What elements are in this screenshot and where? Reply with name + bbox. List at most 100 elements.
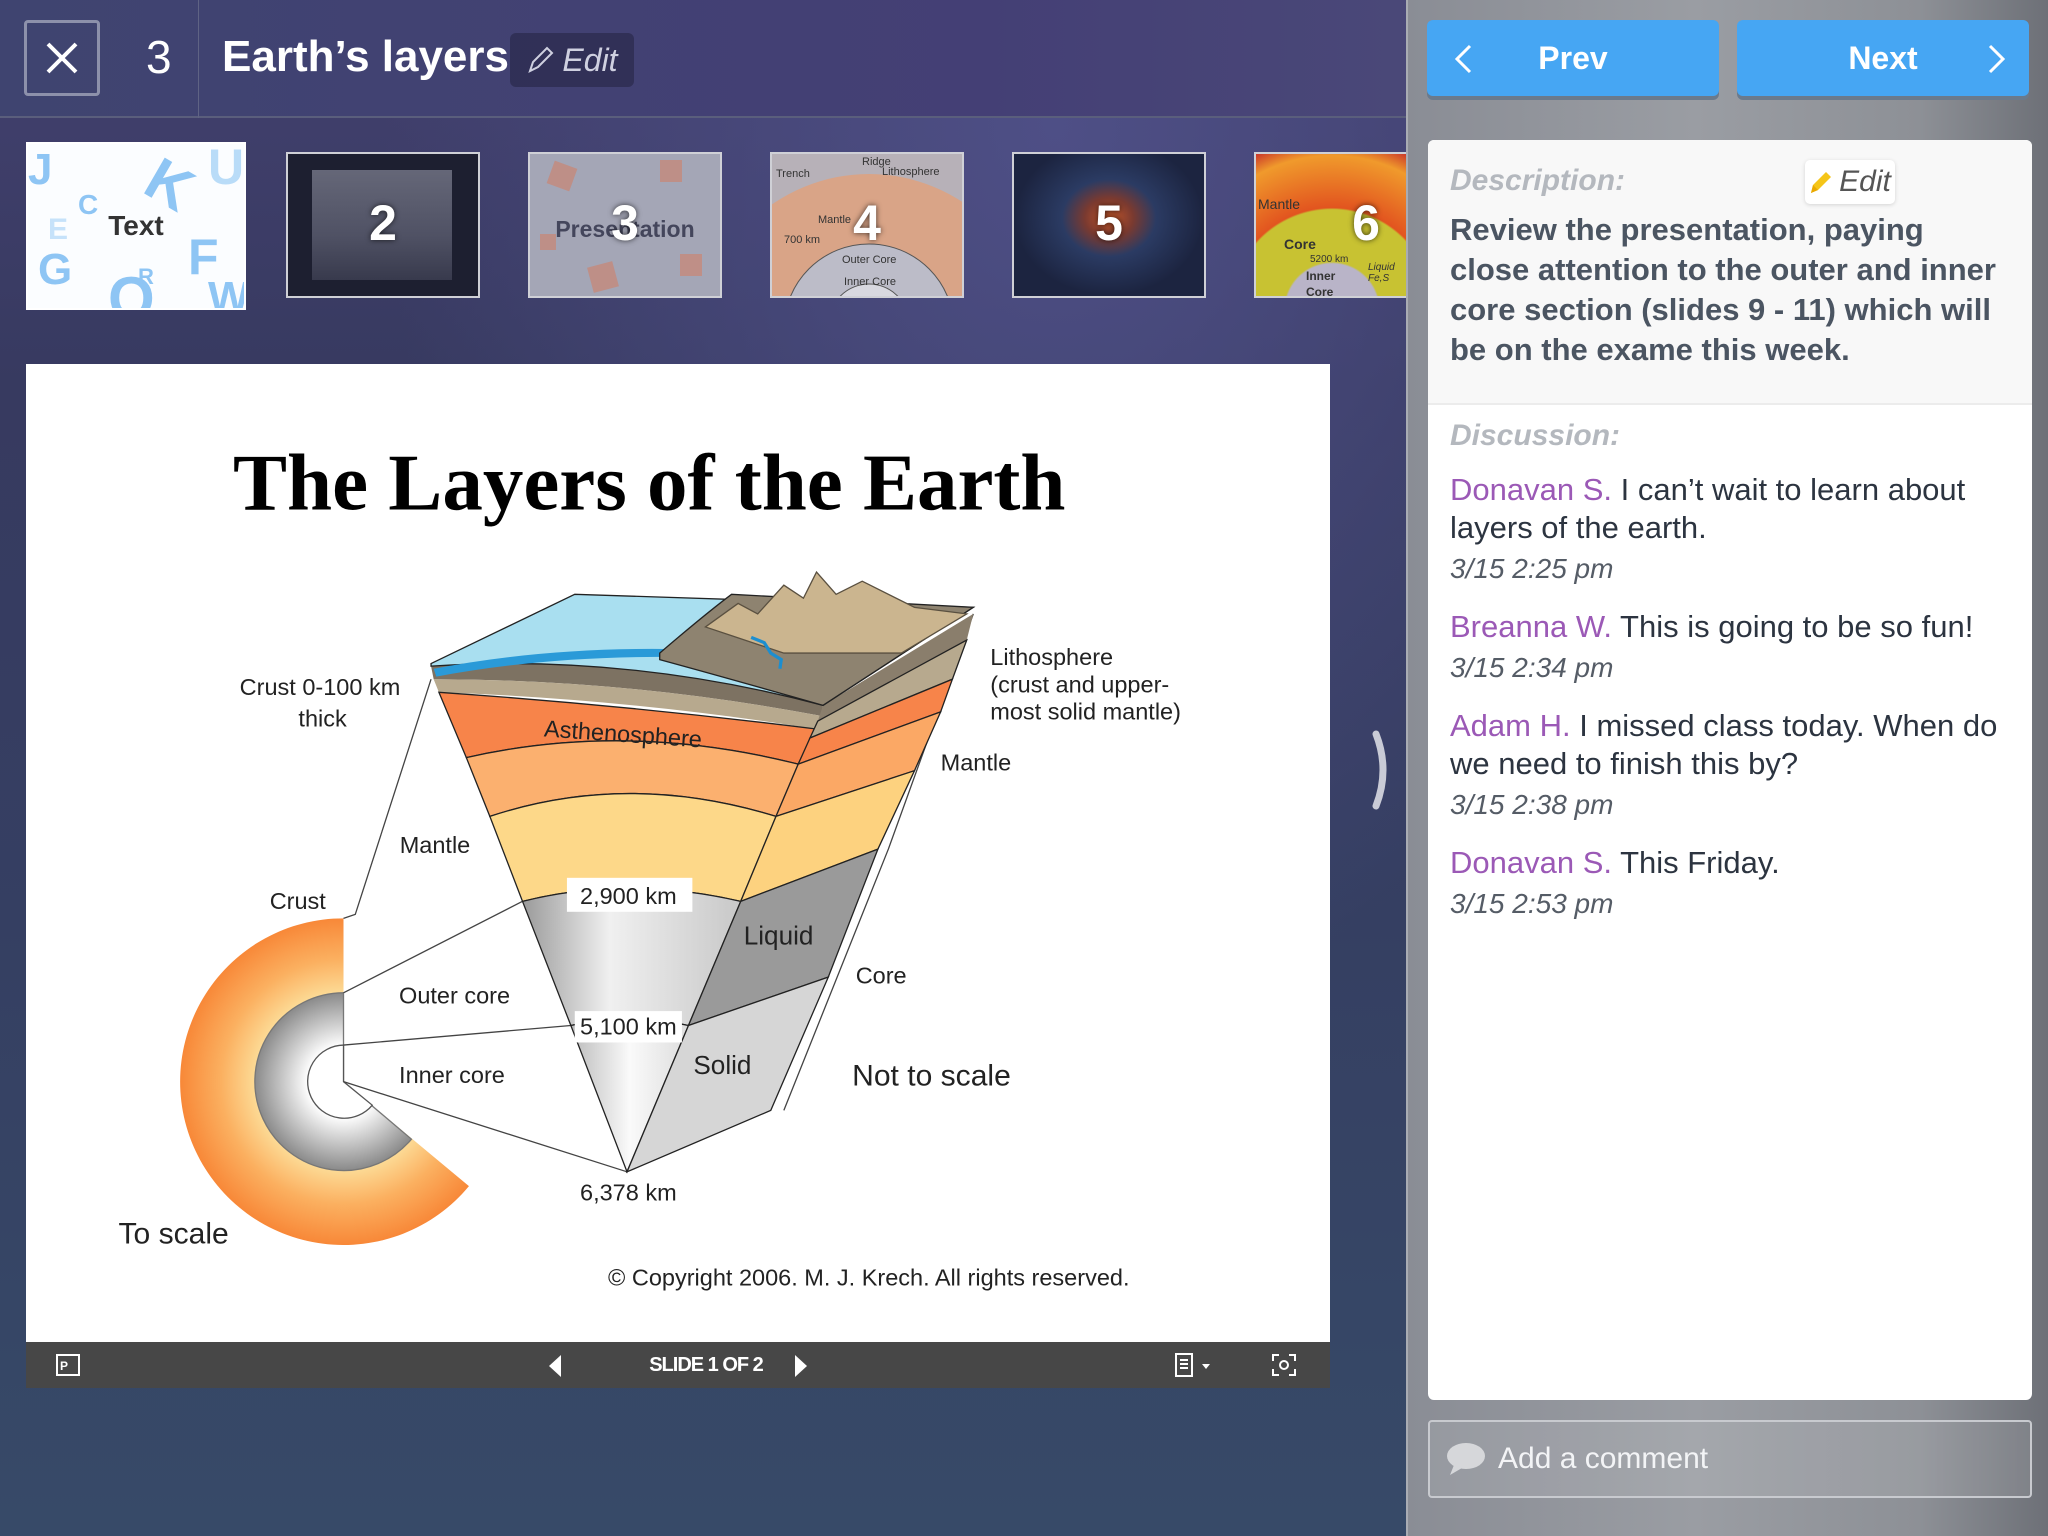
label-not-to-scale: Not to scale — [852, 1060, 1011, 1093]
discussion-label: Discussion: — [1450, 419, 1621, 452]
thumbnail-text[interactable]: JK UC GF OW ER Text — [26, 142, 246, 310]
thumbnail-label: 5 — [1095, 195, 1123, 251]
label-crust: Crust — [270, 888, 327, 914]
description-text: Review the presentation, paying close at… — [1450, 212, 1996, 367]
comment-time: 3/15 2:38 pm — [1450, 789, 1614, 820]
svg-text:W: W — [208, 273, 246, 310]
panel-resize-handle[interactable] — [1370, 730, 1394, 810]
viewer-area: 3 Earth’s layers Edit JK UC GF OW ER Tex… — [0, 0, 1406, 1536]
thumbnail-4[interactable]: Trench Ridge Lithosphere Mantle 700 km O… — [770, 152, 964, 298]
item-number: 3 — [146, 31, 172, 83]
label-thick: thick — [298, 705, 347, 731]
thumbnail-image-text: Inner Core — [1306, 269, 1336, 298]
thumbnail-label: 4 — [853, 195, 881, 251]
thumbnail-label: 6 — [1352, 195, 1380, 251]
slide-title: The Layers of the Earth — [233, 437, 1065, 527]
edit-label: Edit — [1839, 165, 1891, 198]
label-outer-core: Outer core — [399, 982, 510, 1008]
add-comment-input[interactable]: Add a comment — [1428, 1420, 2032, 1498]
description-label: Description: — [1450, 164, 1626, 197]
thumbnail-label: 2 — [369, 195, 397, 251]
edit-description-button[interactable]: Edit — [1805, 160, 1895, 204]
next-button[interactable]: Next — [1737, 20, 2029, 96]
comment-author[interactable]: Breanna W. — [1450, 609, 1612, 644]
comment-time: 3/15 2:34 pm — [1450, 652, 1614, 683]
divider — [198, 0, 199, 118]
next-slide-icon[interactable] — [794, 1354, 808, 1378]
svg-text:P: P — [60, 1359, 68, 1373]
label-lithosphere: Lithosphere — [990, 644, 1113, 670]
pencil-icon — [528, 46, 554, 73]
slide-toolbar: P SLIDE 1 OF 2 — [26, 1342, 1330, 1388]
label-liquid: Liquid — [744, 920, 814, 950]
label-solid: Solid — [693, 1050, 751, 1080]
label-to-scale: To scale — [119, 1218, 229, 1251]
svg-text:U: U — [208, 144, 244, 195]
next-label: Next — [1848, 39, 1918, 76]
label-5100km: 5,100 km — [580, 1014, 677, 1040]
thumbnail-2[interactable]: 2 — [286, 152, 480, 298]
comment: Adam H. I missed class today. When do we… — [1450, 707, 2010, 826]
thumbnail-3[interactable]: Presentation 3 — [528, 152, 722, 298]
edit-label: Edit — [562, 41, 618, 78]
comment: Donavan S. This Friday. 3/15 2:53 pm — [1450, 844, 2010, 925]
comment-author[interactable]: Donavan S. — [1450, 845, 1612, 880]
svg-text:R: R — [138, 264, 154, 289]
thumbnail-image-text: Outer Core — [842, 254, 897, 266]
thumbnail-image-text: Lithosphere — [882, 166, 940, 178]
comment-text: This Friday. — [1620, 845, 1780, 880]
label-6378km: 6,378 km — [580, 1180, 677, 1206]
svg-text:J: J — [28, 145, 52, 194]
slide-layout-icon[interactable] — [1174, 1352, 1214, 1378]
powerpoint-icon[interactable]: P — [56, 1354, 80, 1376]
svg-text:G: G — [38, 245, 72, 294]
label-mantle-right: Mantle — [941, 750, 1012, 776]
label-mantle-left: Mantle — [400, 832, 471, 858]
chevron-left-icon — [1454, 44, 1472, 74]
side-panel: Prev Next Description: Edit Review the p… — [1406, 0, 2048, 1536]
thumbnail-image-text: Inner Core — [844, 276, 896, 288]
thumbnail-image-text: Mantle — [1258, 196, 1301, 212]
label-lithosphere-detail-1: (crust and upper- — [990, 671, 1169, 697]
thumbnail-label: 3 — [611, 195, 639, 251]
thumbnail-image-text: 5200 km — [1310, 254, 1349, 265]
speech-bubble-icon — [1447, 1443, 1485, 1475]
copyright: © Copyright 2006. M. J. Krech. All right… — [608, 1264, 1129, 1290]
thumbnail-image-text: Trench — [776, 168, 810, 180]
comment: Breanna W. This is going to be so fun! 3… — [1450, 608, 2010, 689]
comment-author[interactable]: Adam H. — [1450, 708, 1571, 743]
thumbnail-6[interactable]: Mantle Core 5200 km Inner Core Liquid Fe… — [1254, 152, 1406, 298]
header: 3 Earth’s layers Edit — [0, 0, 1406, 118]
fullscreen-icon[interactable] — [1271, 1353, 1297, 1377]
prev-label: Prev — [1538, 39, 1608, 76]
add-comment-placeholder: Add a comment — [1498, 1442, 1709, 1475]
inner-core-to-scale — [307, 1044, 374, 1119]
slide-counter: SLIDE 1 OF 2 — [649, 1354, 764, 1376]
details-card: Description: Edit Review the presentatio… — [1428, 140, 2032, 1400]
thumbnail-label: Text — [108, 210, 164, 241]
close-button[interactable] — [24, 20, 100, 96]
thumbnail-5[interactable]: 5 — [1012, 152, 1206, 298]
comment-text: This is going to be so fun! — [1620, 609, 1974, 644]
prev-button[interactable]: Prev — [1427, 20, 1719, 96]
close-icon — [46, 42, 78, 74]
comment-time: 3/15 2:53 pm — [1450, 888, 1614, 919]
comment-author[interactable]: Donavan S. — [1450, 472, 1612, 507]
label-2900km: 2,900 km — [580, 883, 677, 909]
edit-title-button[interactable]: Edit — [510, 33, 634, 87]
thumbnail-image-text: Liquid Fe,S — [1368, 262, 1395, 284]
slide-canvas: The Layers of the Earth Crust 0-100 km t… — [26, 364, 1330, 1342]
previous-slide-icon[interactable] — [548, 1354, 562, 1378]
comment: Donavan S. I can’t wait to learn about l… — [1450, 471, 2010, 590]
pencil-icon — [1811, 172, 1832, 193]
earth-layers-diagram: The Layers of the Earth Crust 0-100 km t… — [119, 437, 1181, 1290]
comment-time: 3/15 2:25 pm — [1450, 553, 1614, 584]
label-inner-core: Inner core — [399, 1062, 505, 1088]
description-section: Description: Edit Review the presentatio… — [1428, 140, 2032, 405]
thumbnail-image-text: Core — [1284, 236, 1316, 252]
chevron-right-icon — [1988, 44, 2006, 74]
discussion-section: Discussion: Donavan S. I can’t wait to l… — [1428, 405, 2032, 925]
label-core: Core — [856, 963, 907, 989]
page-title: Earth’s layers — [222, 32, 509, 81]
label-crust-thickness: Crust 0-100 km — [240, 674, 401, 700]
